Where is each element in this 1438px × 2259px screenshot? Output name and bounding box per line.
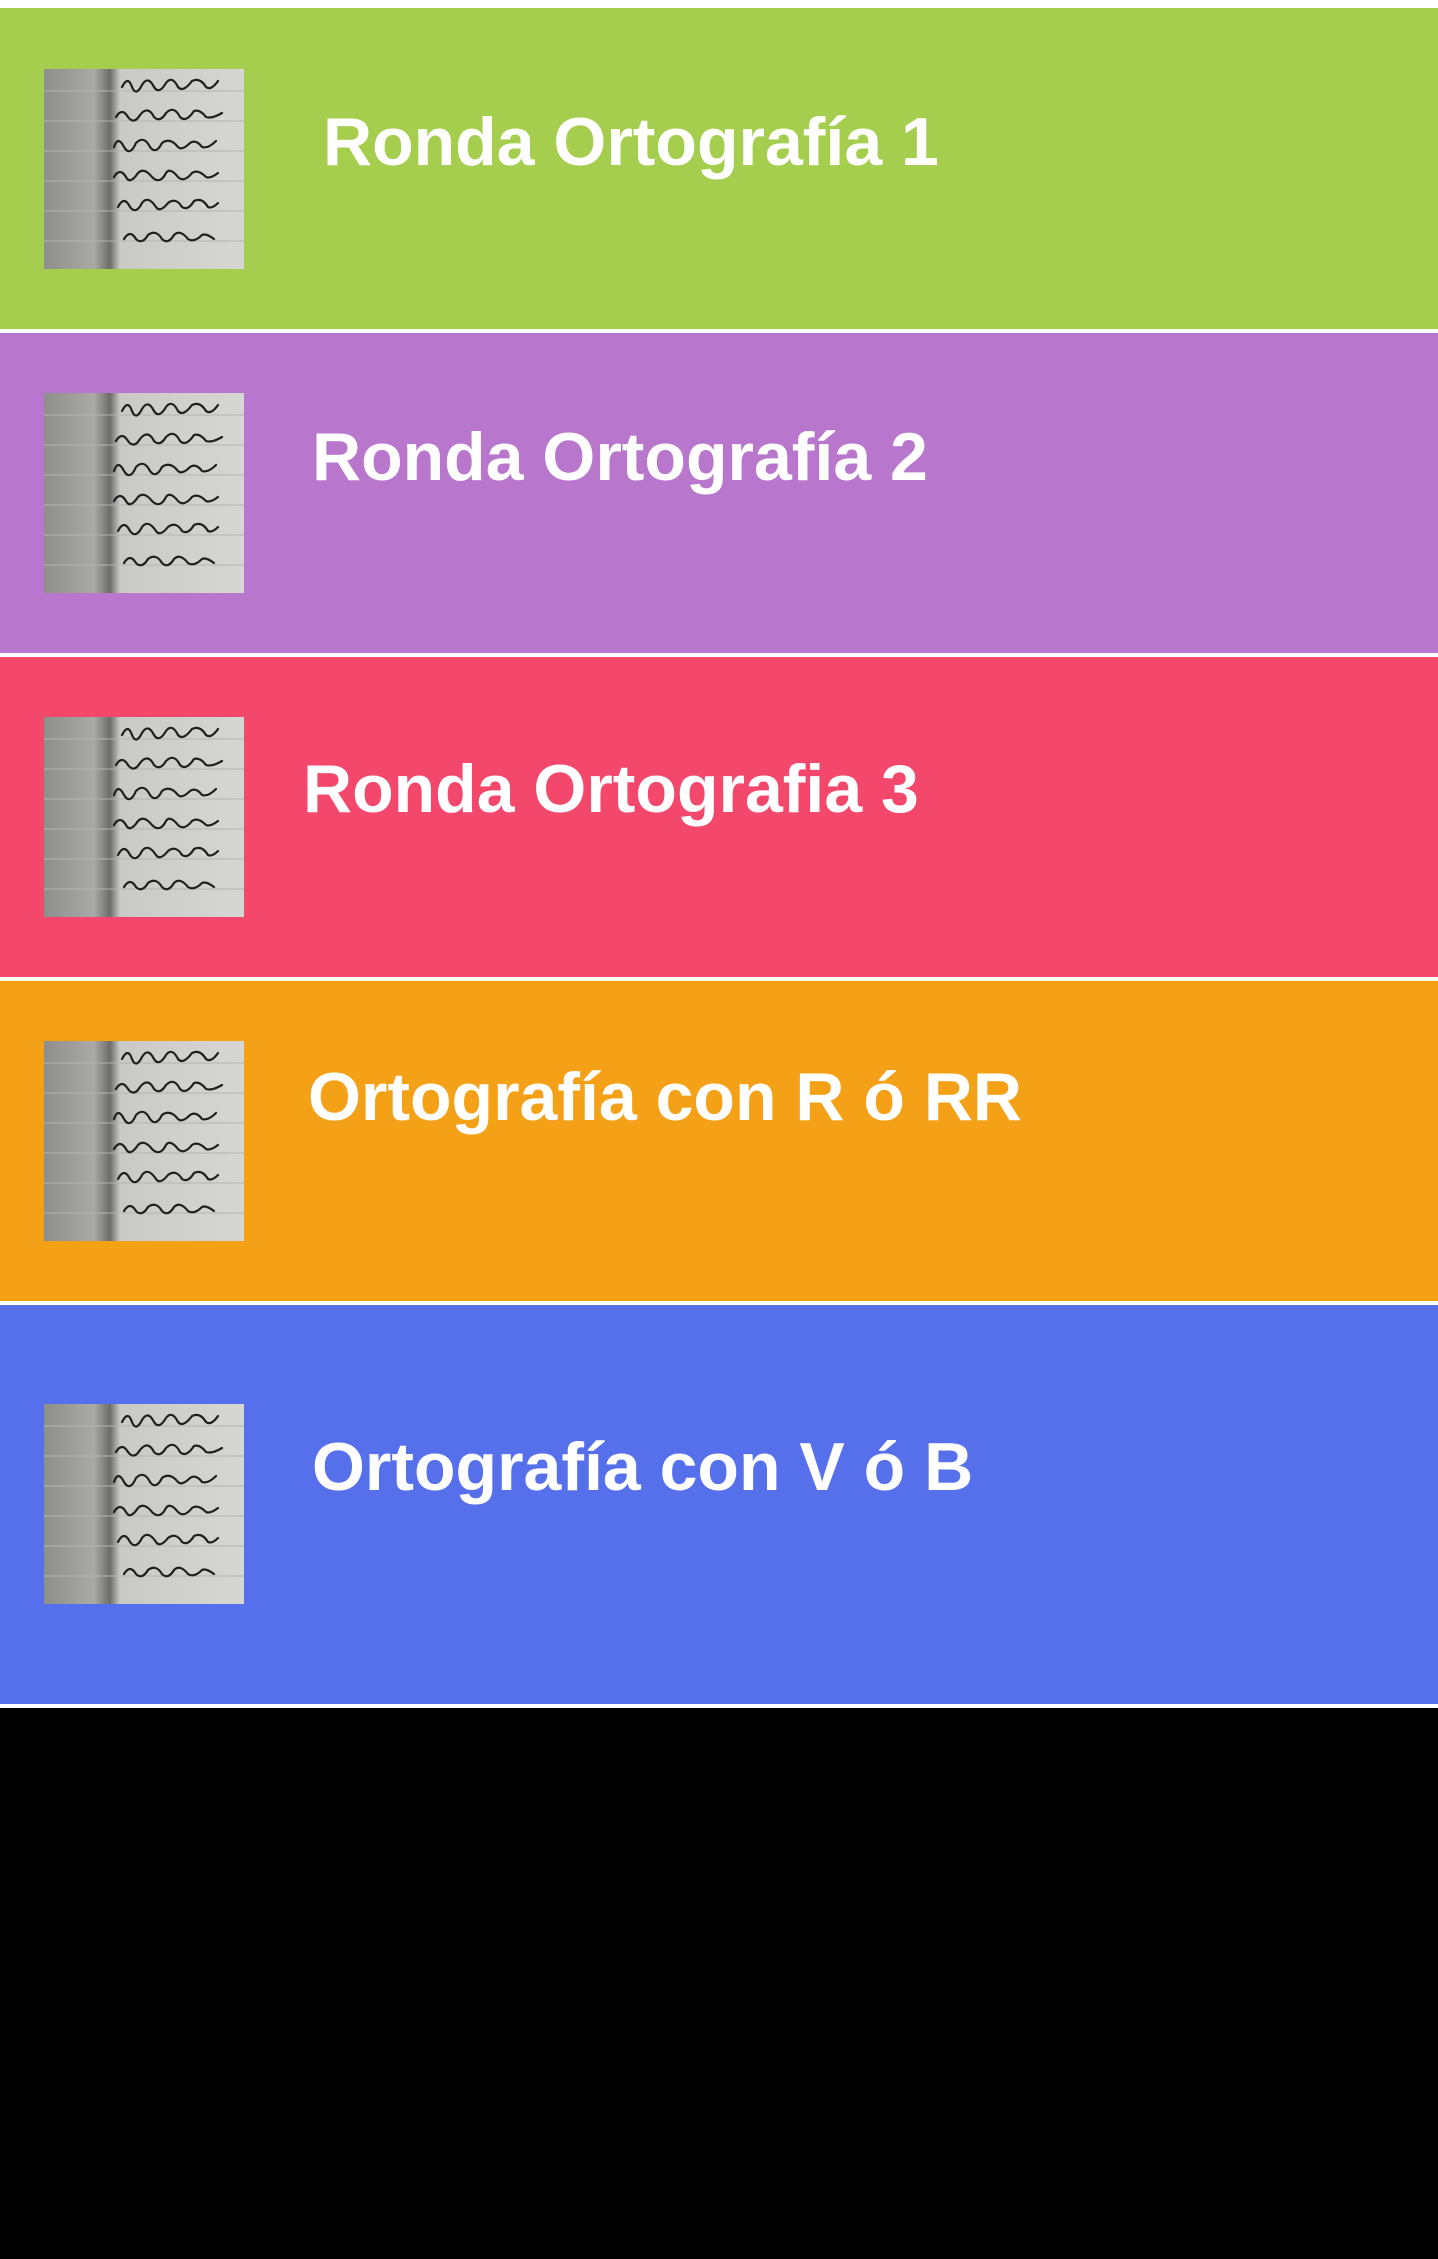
spelling-lesson-list-screen: Ronda Ortografía 1 Ronda Ortografía 2 Ro… [0,0,1438,2259]
list-item-ortografia-r-rr[interactable]: Ortografía con R ó RR [0,981,1438,1305]
list-item-label: Ortografía con R ó RR [308,1059,1023,1135]
handwriting-notebook-thumbnail [44,1041,244,1241]
list-item-ronda-ortografia-2[interactable]: Ronda Ortografía 2 [0,333,1438,657]
top-divider [0,0,1438,8]
handwriting-notebook-thumbnail [44,393,244,593]
list-item-label: Ronda Ortografia 3 [303,751,919,827]
handwriting-notebook-thumbnail [44,69,244,269]
list-item-label: Ortografía con V ó B [312,1429,974,1505]
list-item-ronda-ortografia-3[interactable]: Ronda Ortografia 3 [0,657,1438,981]
list-item-ortografia-v-b[interactable]: Ortografía con V ó B [0,1305,1438,1708]
list-item-ronda-ortografia-1[interactable]: Ronda Ortografía 1 [0,8,1438,333]
handwriting-notebook-thumbnail [44,717,244,917]
list-item-label: Ronda Ortografía 2 [312,419,928,495]
list-item-label: Ronda Ortografía 1 [323,104,939,180]
handwriting-notebook-thumbnail [44,1404,244,1604]
